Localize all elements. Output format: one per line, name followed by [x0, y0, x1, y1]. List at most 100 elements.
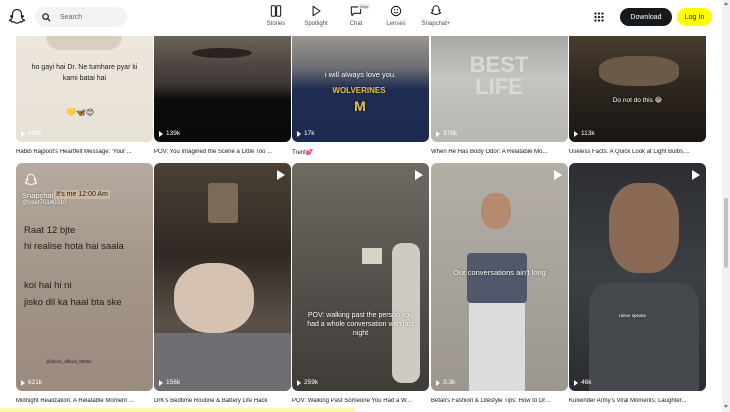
- nav-spotlight[interactable]: Spotlight: [296, 4, 336, 27]
- video-title[interactable]: Kulwinder Army's Viral Moments: Laughter…: [569, 398, 706, 404]
- spotlight-card[interactable]: Snapchat @user70140310 It's me 12:00 Am …: [16, 163, 153, 404]
- thumbnail-top: [467, 253, 527, 303]
- play-icon[interactable]: [277, 170, 285, 180]
- shirt-print: BEST LIFE: [469, 52, 529, 99]
- play-count-icon: [21, 130, 25, 137]
- video-thumbnail[interactable]: Our conversations ain't long 3.3k: [431, 163, 568, 391]
- overlay-text: i will always love you.: [324, 70, 397, 79]
- view-count: 17k: [297, 130, 314, 137]
- spotlight-card[interactable]: 156k DrK's Bedtime Routine & Battery Lif…: [154, 163, 291, 404]
- watermark-brand: Snapchat: [22, 191, 54, 200]
- nav-snapchat-plus[interactable]: Snapchat+: [416, 4, 456, 27]
- play-count-icon: [297, 130, 301, 137]
- video-title[interactable]: Habib Rajpoot's Heartfelt Message: 'Your…: [16, 149, 153, 155]
- view-count: 378k: [436, 130, 457, 137]
- login-button[interactable]: Log In: [677, 8, 712, 26]
- video-thumbnail[interactable]: POV: walking past the person you had a w…: [292, 163, 429, 391]
- caption-line: jisko dil ka haal bta ske: [24, 297, 122, 308]
- video-title[interactable]: Midnight Realization: A Relatable Moment…: [16, 398, 153, 404]
- video-thumbnail[interactable]: BEST LIFE 378k: [431, 36, 568, 142]
- thumbnail-person: [174, 263, 254, 333]
- scroll-up-arrow[interactable]: [724, 2, 728, 5]
- spotlight-card[interactable]: i will always love you. WOLVERINES M 17k…: [292, 36, 429, 156]
- snapchat-watermark-icon: [24, 173, 38, 186]
- lenses-icon: [390, 5, 402, 17]
- overlay-text: Our conversations ain't long: [453, 268, 546, 277]
- nav-stories[interactable]: Stories: [256, 4, 296, 27]
- play-icon[interactable]: [554, 170, 562, 180]
- overlay-text: Do not do this 😂: [612, 97, 663, 104]
- video-title[interactable]: Trent💕: [292, 149, 429, 156]
- video-thumbnail[interactable]: 139k: [154, 36, 291, 142]
- spotlight-card[interactable]: rainer speaks 46k Kulwinder Army's Viral…: [569, 163, 706, 404]
- scroll-thumb[interactable]: [724, 198, 728, 268]
- video-thumbnail[interactable]: i will always love you. WOLVERINES M 17k: [292, 36, 429, 142]
- play-count-icon: [21, 379, 25, 386]
- video-thumbnail[interactable]: Snapchat @user70140310 It's me 12:00 Am …: [16, 163, 153, 391]
- view-count: 439k: [21, 130, 42, 137]
- view-count: 259k: [297, 379, 318, 386]
- video-thumbnail[interactable]: Do not do this 😂 113k: [569, 36, 706, 142]
- play-count-icon: [436, 130, 440, 137]
- video-title[interactable]: DrK's Bedtime Routine & Battery Life Hac…: [154, 398, 291, 404]
- thumbnail-object: [599, 56, 679, 86]
- overlay-text: POV: walking past the person you had a w…: [307, 312, 414, 337]
- nav-chat[interactable]: New Chat: [336, 4, 376, 27]
- video-title[interactable]: POV: You Imagined the Scene a Little Too…: [154, 149, 291, 155]
- apps-grid-icon[interactable]: [592, 10, 606, 24]
- top-header: Search Stories Spotlight New Chat Lenses…: [0, 0, 722, 36]
- play-icon[interactable]: [692, 170, 700, 180]
- nav-label: Chat: [349, 21, 363, 27]
- wall-switch: [362, 248, 382, 264]
- search-placeholder: Search: [60, 13, 83, 21]
- video-title[interactable]: POV: Walking Past Someone You Had a W...: [292, 398, 429, 404]
- nav-lenses[interactable]: Lenses: [376, 4, 416, 27]
- scroll-down-arrow[interactable]: [724, 405, 728, 408]
- snapchat-logo-icon[interactable]: [8, 8, 26, 26]
- view-count: 156k: [159, 379, 180, 386]
- view-count: 113k: [574, 130, 595, 137]
- scrollbar[interactable]: [722, 0, 730, 412]
- search-icon: [42, 12, 51, 22]
- overlay-text: rainer speaks: [619, 313, 647, 318]
- spotlight-card[interactable]: Do not do this 😂 113k Useless Facts: A Q…: [569, 36, 706, 155]
- video-thumbnail[interactable]: rainer speaks 46k: [569, 163, 706, 391]
- spotlight-card[interactable]: ho gayi hai Dr. Ne tumhare pyar ki kami …: [16, 36, 153, 155]
- play-count-icon: [574, 130, 578, 137]
- play-icon[interactable]: [415, 170, 423, 180]
- nav-label: Spotlight: [304, 21, 328, 27]
- watermark-user: @user70140310: [22, 200, 67, 206]
- bottom-banner: [0, 408, 355, 412]
- snapchat-plus-icon: [430, 5, 442, 16]
- caption-line: koi hai hi ni: [24, 280, 72, 291]
- thumbnail-person: [481, 193, 511, 229]
- play-count-icon: [297, 379, 301, 386]
- thumbnail-eyes: [192, 48, 252, 58]
- nav-label: Snapchat+: [421, 21, 451, 27]
- view-count: 46k: [574, 379, 591, 386]
- download-button[interactable]: Download: [620, 8, 672, 26]
- credit-text: @shruti_official_5845s: [46, 359, 92, 364]
- wall-switch: [208, 183, 238, 223]
- search-bar[interactable]: Search: [35, 7, 127, 27]
- play-count-icon: [574, 379, 578, 386]
- spotlight-card[interactable]: BEST LIFE 378k When He Has Body Odor: A …: [431, 36, 568, 155]
- view-count: 139k: [159, 130, 180, 137]
- emoji-overlay: 💛🦋😊: [66, 108, 95, 117]
- spotlight-card[interactable]: Our conversations ain't long 3.3k Betali…: [431, 163, 568, 404]
- spotlight-card[interactable]: POV: walking past the person you had a w…: [292, 163, 429, 404]
- nav-label: Stories: [266, 21, 286, 27]
- spotlight-card[interactable]: 139k POV: You Imagined the Scene a Littl…: [154, 36, 291, 155]
- spotlight-icon: [312, 5, 321, 17]
- video-title[interactable]: When He Has Body Odor: A Relatable Mo...: [431, 149, 568, 155]
- video-title[interactable]: Useless Facts: A Quick Look at Light Bul…: [569, 149, 706, 155]
- caption-line: hi realise hota hai saala: [24, 241, 124, 252]
- thumbnail-shirt: [589, 283, 699, 391]
- video-thumbnail[interactable]: 156k: [154, 163, 291, 391]
- shirt-print: WOLVERINES: [332, 86, 386, 95]
- video-thumbnail[interactable]: ho gayi hai Dr. Ne tumhare pyar ki kami …: [16, 36, 153, 142]
- thumbnail-face: [609, 183, 679, 273]
- new-badge: New: [358, 4, 371, 9]
- video-title[interactable]: Betali's Fashion & Lifestyle Tips: How t…: [431, 398, 568, 404]
- play-count-icon: [159, 130, 163, 137]
